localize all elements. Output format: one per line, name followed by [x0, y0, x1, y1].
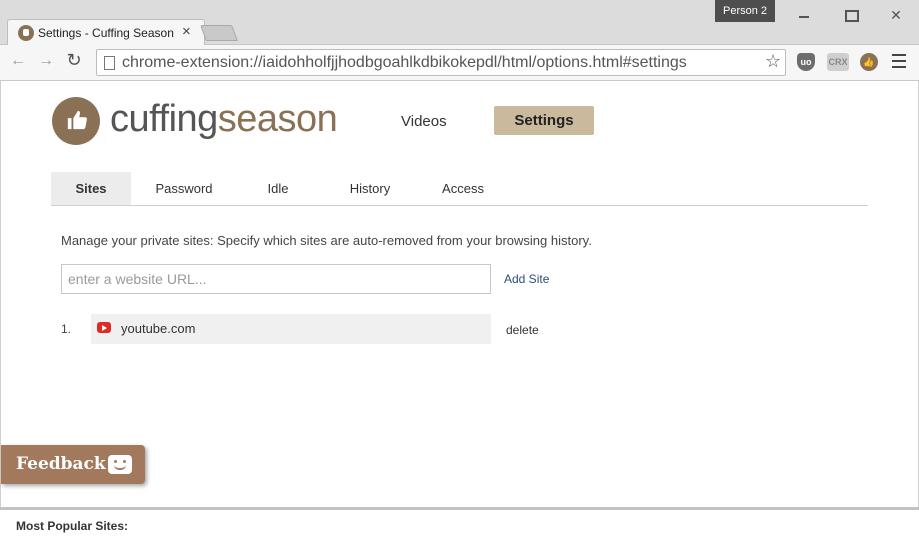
popular-sites-title: Most Popular Sites: — [16, 519, 129, 533]
logo-word-cuffing: cuffing — [110, 98, 218, 140]
chrome-menu-icon[interactable] — [892, 54, 906, 72]
sites-description: Manage your private sites: Specify which… — [61, 233, 592, 248]
smiley-chat-icon — [108, 455, 132, 474]
delete-site-link[interactable]: delete — [506, 323, 539, 337]
tab-access[interactable]: Access — [433, 172, 493, 205]
nav-videos[interactable]: Videos — [401, 113, 447, 130]
reload-icon[interactable]: ↻ — [64, 50, 84, 71]
cuffing-season-extension-icon[interactable]: 👍 — [860, 53, 878, 71]
thumbs-up-icon — [67, 110, 87, 130]
site-list-item: youtube.com — [91, 314, 491, 344]
address-bar[interactable]: chrome-extension://iaidohholfjjhodbgoahl… — [96, 49, 786, 76]
tab-close-icon[interactable]: × — [182, 23, 191, 40]
browser-titlebar: Settings - Cuffing Season × Person 2 ✕ — [0, 0, 919, 45]
browser-toolbar: ← → ↻ chrome-extension://iaidohholfjjhod… — [0, 45, 919, 81]
tab-title: Settings - Cuffing Season — [38, 26, 174, 40]
add-site-link[interactable]: Add Site — [504, 272, 549, 286]
forward-arrow-icon[interactable]: → — [36, 52, 56, 70]
logo-badge — [52, 97, 100, 145]
popular-sites-bar: Most Popular Sites: — [0, 507, 919, 543]
browser-tab[interactable]: Settings - Cuffing Season × — [7, 19, 205, 45]
profile-button[interactable]: Person 2 — [715, 0, 775, 22]
address-url[interactable]: chrome-extension://iaidohholfjjhodbgoahl… — [122, 54, 687, 72]
crx-extension-icon[interactable]: CRX — [827, 53, 849, 71]
tab-password[interactable]: Password — [142, 172, 226, 205]
tab-idle[interactable]: Idle — [251, 172, 305, 205]
tab-history[interactable]: History — [336, 172, 404, 205]
page-icon — [104, 56, 115, 70]
maximize-button[interactable] — [827, 0, 873, 30]
new-tab-button[interactable] — [200, 25, 238, 41]
cuffing-season-favicon-icon — [18, 25, 34, 41]
feedback-label: Feedback — [16, 454, 106, 474]
feedback-button[interactable]: Feedback — [1, 445, 145, 484]
site-name: youtube.com — [121, 321, 196, 336]
close-window-button[interactable]: ✕ — [873, 0, 919, 30]
settings-tabs: Sites Password Idle History Access — [51, 172, 868, 206]
website-url-input[interactable] — [61, 264, 491, 294]
logo-word-season: season — [217, 98, 338, 140]
nav-settings[interactable]: Settings — [494, 106, 594, 135]
back-arrow-icon[interactable]: ← — [8, 52, 28, 70]
minimize-button[interactable] — [781, 0, 827, 30]
bookmark-star-icon[interactable]: ☆ — [765, 51, 781, 72]
tab-sites[interactable]: Sites — [51, 172, 131, 205]
site-item-number: 1. — [61, 322, 72, 336]
ublock-icon[interactable]: uo — [797, 53, 815, 71]
logo-wordmark: cuffingseason — [110, 98, 338, 141]
youtube-icon — [97, 322, 111, 333]
